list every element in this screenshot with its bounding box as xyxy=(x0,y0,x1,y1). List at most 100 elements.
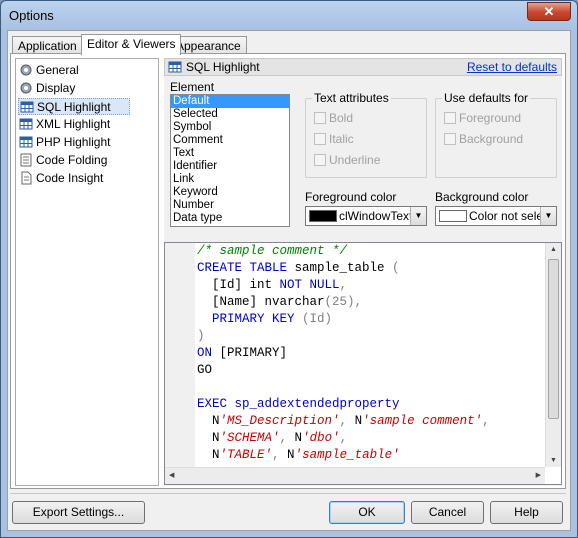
code-line: [Id] int NOT NULL, xyxy=(197,277,545,294)
use-defaults-title: Use defaults for xyxy=(442,91,531,105)
sidebar-item-php-highlight[interactable]: PHP Highlight xyxy=(18,134,110,151)
background-color-select[interactable]: Color not selected ▼ xyxy=(435,206,557,226)
sidebar-item-label: Display xyxy=(36,81,76,95)
grid-icon xyxy=(168,61,182,73)
element-item-link[interactable]: Link xyxy=(171,173,289,186)
close-button[interactable]: ✕ xyxy=(527,2,571,21)
element-item-symbol[interactable]: Symbol xyxy=(171,121,289,134)
gear-icon xyxy=(20,64,32,76)
sidebar-item-label: PHP Highlight xyxy=(36,135,111,149)
sidebar-item-label: General xyxy=(36,63,79,77)
foreground-color-value: clWindowText xyxy=(339,209,413,223)
code-token: /* sample comment */ xyxy=(197,244,348,258)
code-token: 'SCHEMA' xyxy=(219,431,280,445)
underline-checkbox[interactable]: Underline xyxy=(314,153,380,167)
cancel-button[interactable]: Cancel xyxy=(411,501,484,524)
scroll-down-icon[interactable]: ▼ xyxy=(550,457,557,464)
code-token: NOT NULL xyxy=(279,278,340,292)
tab-appearance[interactable]: Appearance xyxy=(170,36,247,54)
dialog-client: Application Editor & Viewers Appearance … xyxy=(7,30,571,531)
code-token: , xyxy=(339,278,348,292)
scroll-thumb[interactable] xyxy=(548,259,559,419)
code-line: ) xyxy=(197,328,545,345)
code-token: N xyxy=(287,448,295,462)
code-token: N xyxy=(197,414,220,428)
reset-to-defaults-link[interactable]: Reset to defaults xyxy=(467,60,557,74)
editor-gutter xyxy=(165,243,195,467)
footer-divider xyxy=(10,493,566,494)
sidebar-item-xml-highlight[interactable]: XML Highlight xyxy=(18,116,110,133)
foreground-default-checkbox[interactable]: Foreground xyxy=(444,111,521,125)
scroll-left-icon[interactable]: ◀ xyxy=(169,471,174,479)
element-item-selected[interactable]: Selected xyxy=(171,108,289,121)
element-list[interactable]: Default Selected Symbol Comment Text Ide… xyxy=(170,94,290,227)
horizontal-scrollbar[interactable]: ◀ ▶ xyxy=(165,467,545,484)
code-token: GO xyxy=(197,363,213,377)
code-line: PRIMARY KEY (Id) xyxy=(197,311,545,328)
bold-checkbox[interactable]: Bold xyxy=(314,111,353,125)
italic-checkbox[interactable]: Italic xyxy=(314,132,354,146)
foreground-default-label: Foreground xyxy=(459,111,522,125)
code-token: 'sample_table' xyxy=(294,448,400,462)
sidebar-item-sql-highlight[interactable]: SQL Highlight xyxy=(18,98,130,115)
folding-icon xyxy=(20,153,32,167)
element-item-identifier[interactable]: Identifier xyxy=(171,160,289,173)
chevron-down-icon: ▼ xyxy=(410,207,426,225)
code-area[interactable]: /* sample comment */ CREATE TABLE sample_… xyxy=(197,243,545,467)
foreground-swatch xyxy=(309,210,337,222)
code-token: N xyxy=(294,431,303,445)
help-button[interactable]: Help xyxy=(490,501,563,524)
code-line: /* sample comment */ xyxy=(197,243,545,260)
code-line: EXEC sp_addextendedproperty xyxy=(197,396,545,413)
section-header: SQL Highlight Reset to defaults xyxy=(164,58,562,76)
tab-editor-viewers[interactable]: Editor & Viewers xyxy=(81,34,182,55)
tab-application[interactable]: Application xyxy=(12,36,83,54)
code-line: GO xyxy=(197,362,545,379)
tab-panel: General Display SQL Highlight XML Highli… xyxy=(10,53,566,489)
foreground-color-select[interactable]: clWindowText ▼ xyxy=(305,206,427,226)
code-token: [Id] int xyxy=(197,278,280,292)
element-item-comment[interactable]: Comment xyxy=(171,134,289,147)
sidebar-item-general[interactable]: General xyxy=(18,62,79,79)
code-token: 'dbo' xyxy=(302,431,340,445)
text-attributes-group: Text attributes Bold Italic Underline xyxy=(305,91,427,178)
sidebar-item-code-folding[interactable]: Code Folding xyxy=(18,152,107,169)
settings-tree: General Display SQL Highlight XML Highli… xyxy=(15,58,159,486)
code-token: , xyxy=(272,448,288,462)
code-token: EXEC sp_addextendedproperty xyxy=(197,397,400,411)
display-icon xyxy=(20,82,32,94)
background-color-label: Background color xyxy=(435,190,529,204)
code-token: N xyxy=(197,448,220,462)
background-default-label: Background xyxy=(459,132,524,146)
options-window: Options ✕ Application Editor & Viewers A… xyxy=(0,0,578,538)
grid-icon xyxy=(20,101,34,113)
background-default-checkbox[interactable]: Background xyxy=(444,132,523,146)
code-token: , xyxy=(279,431,295,445)
code-line: [Name] nvarchar(25), xyxy=(197,294,545,311)
code-preview[interactable]: /* sample comment */ CREATE TABLE sample_… xyxy=(164,242,562,485)
code-token: , xyxy=(339,414,355,428)
ok-button[interactable]: OK xyxy=(329,501,405,524)
element-item-text[interactable]: Text xyxy=(171,147,289,160)
code-token: [Name] nvarchar xyxy=(197,295,325,309)
element-item-keyword[interactable]: Keyword xyxy=(171,186,289,199)
background-color-value: Color not selected xyxy=(469,209,549,223)
scroll-up-icon[interactable]: ▲ xyxy=(550,246,557,253)
scroll-right-icon[interactable]: ▶ xyxy=(536,471,541,479)
export-settings-button[interactable]: Export Settings... xyxy=(12,501,145,524)
vertical-scrollbar[interactable]: ▲ ▼ xyxy=(545,243,561,467)
code-token: ) xyxy=(197,329,205,343)
element-label: Element xyxy=(170,80,215,94)
element-item-number[interactable]: Number xyxy=(171,199,289,212)
element-item-default[interactable]: Default xyxy=(171,95,289,108)
section-title: SQL Highlight xyxy=(186,60,260,74)
code-token: 'sample comment' xyxy=(362,414,483,428)
sidebar-item-label: Code Folding xyxy=(36,153,108,167)
sidebar-item-display[interactable]: Display xyxy=(18,80,75,97)
element-item-data-type[interactable]: Data type xyxy=(171,212,289,225)
sidebar-item-code-insight[interactable]: Code Insight xyxy=(18,170,103,187)
chevron-down-icon: ▼ xyxy=(540,207,556,225)
background-swatch xyxy=(439,210,467,222)
code-token: ( xyxy=(392,261,400,275)
